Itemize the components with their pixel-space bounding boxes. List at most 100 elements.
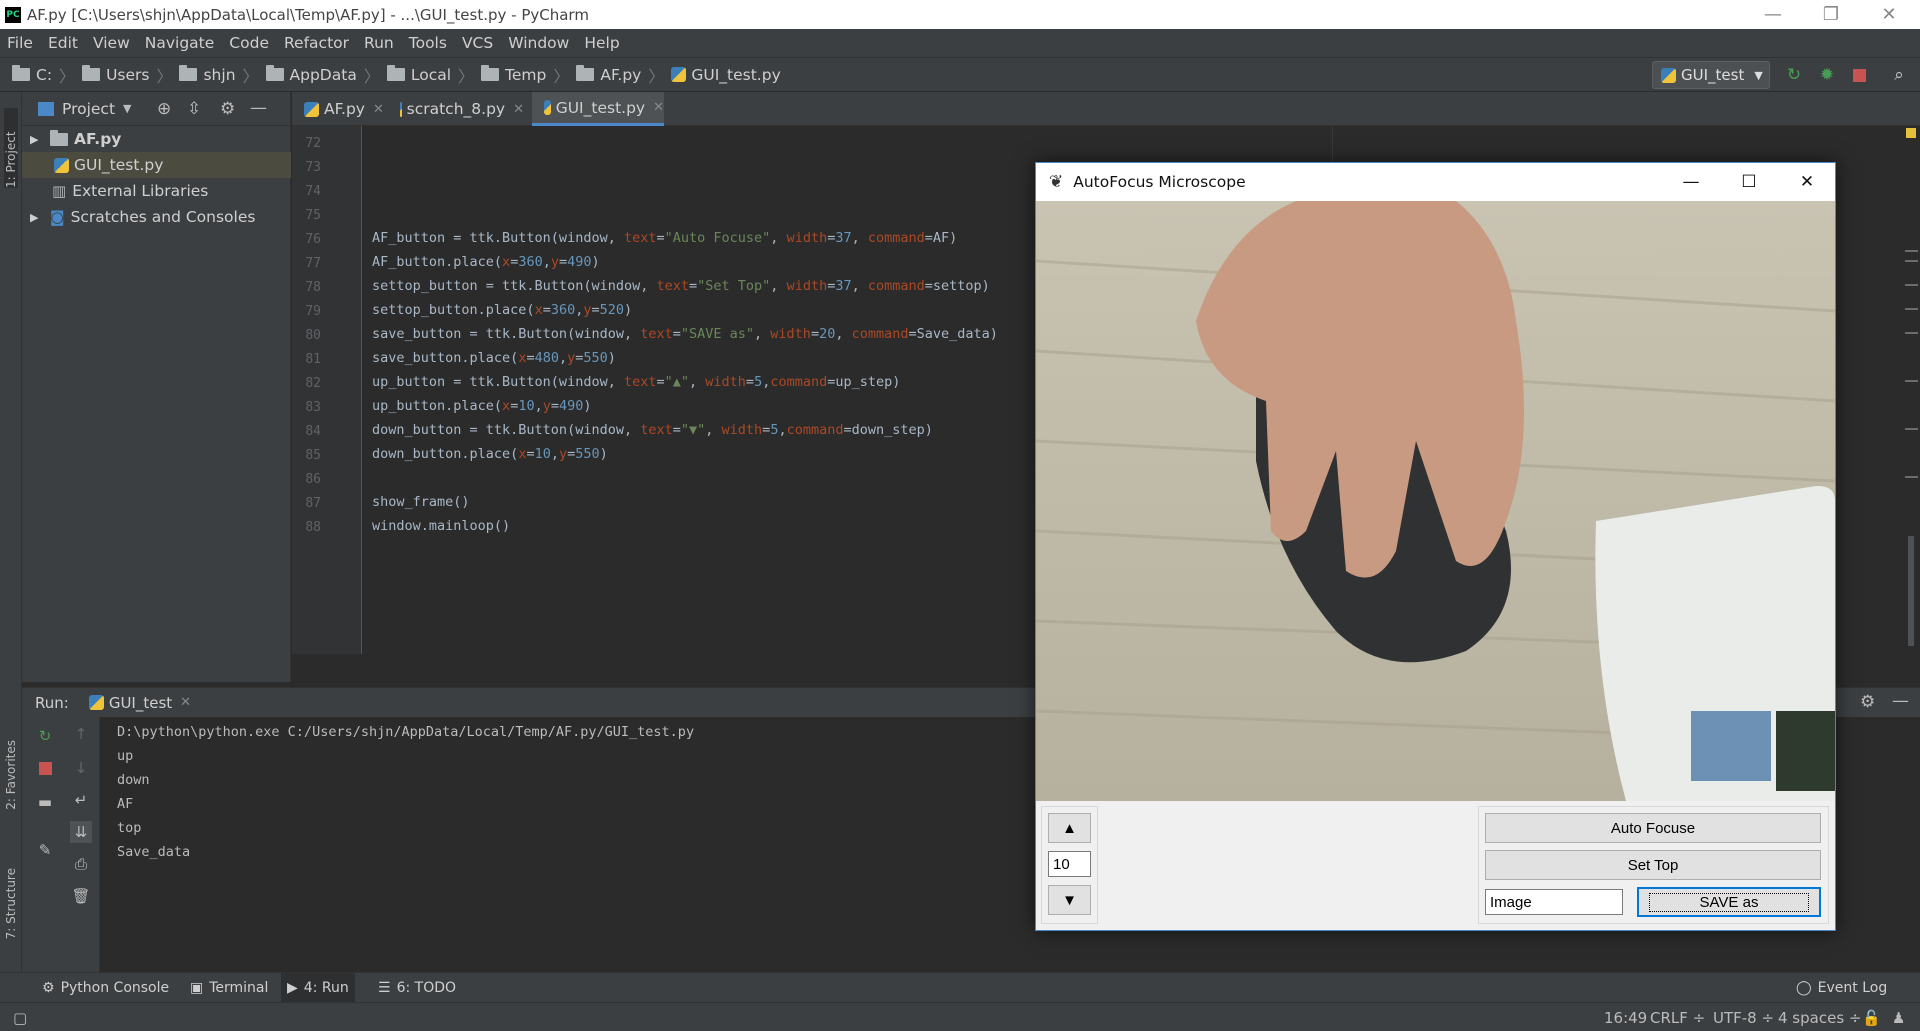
stop-icon[interactable]: [1847, 63, 1871, 87]
list-icon: ☰: [378, 980, 391, 996]
tool-windows-icon[interactable]: ▢: [13, 1003, 27, 1031]
auto-focus-button[interactable]: Auto Focuse: [1485, 813, 1821, 843]
inspection-warning-icon[interactable]: [1906, 128, 1916, 138]
chevron-down-icon[interactable]: ▼: [123, 102, 131, 115]
tree-item-external-libraries[interactable]: ▥ External Libraries: [22, 178, 291, 204]
breadcrumb-file[interactable]: GUI_test.py: [671, 66, 781, 84]
chevron-right-icon[interactable]: ▶: [30, 211, 44, 224]
todo-button[interactable]: ☰ 6: TODO: [372, 973, 462, 1003]
python-console-button[interactable]: ⚙ Python Console: [36, 973, 175, 1003]
scroll-down-icon[interactable]: ↓: [70, 757, 92, 779]
code-line[interactable]: up_button.place(x=10,y=490): [372, 398, 592, 414]
menu-window[interactable]: Window: [508, 34, 569, 52]
locate-file-icon[interactable]: ⊕: [157, 99, 171, 119]
code-line[interactable]: save_button = ttk.Button(window, text="S…: [372, 326, 998, 342]
scroll-to-end-icon[interactable]: ⇊: [70, 821, 92, 843]
file-encoding[interactable]: UTF-8 ÷: [1713, 1003, 1774, 1031]
chevron-right-icon[interactable]: ▶: [30, 133, 44, 146]
filename-input[interactable]: [1485, 889, 1623, 915]
menu-code[interactable]: Code: [229, 34, 269, 52]
minimize-icon[interactable]: —: [1744, 0, 1802, 29]
menu-refactor[interactable]: Refactor: [284, 34, 349, 52]
step-up-button[interactable]: ▲: [1048, 813, 1091, 843]
code-line[interactable]: save_button.place(x=480,y=550): [372, 350, 616, 366]
scroll-up-icon[interactable]: ↑: [70, 723, 92, 745]
menu-vcs[interactable]: VCS: [462, 34, 493, 52]
breadcrumb-shjn[interactable]: shjn: [179, 65, 236, 84]
pin-icon[interactable]: ✎: [34, 839, 56, 861]
project-tool-button[interactable]: 1: Project: [4, 108, 18, 188]
soft-wrap-icon[interactable]: ↵: [70, 789, 92, 811]
terminal-button[interactable]: ▣ Terminal: [184, 973, 274, 1003]
collapse-all-icon[interactable]: ⇳: [187, 99, 201, 119]
editor-scrollbar[interactable]: [1902, 126, 1920, 654]
print-icon[interactable]: ⎙: [70, 853, 92, 875]
code-line[interactable]: AF_button = ttk.Button(window, text="Aut…: [372, 230, 957, 246]
run-tool-button[interactable]: ▶ 4: Run: [281, 973, 355, 1003]
close-tab-icon[interactable]: ✕: [513, 102, 524, 117]
favorites-tool-button[interactable]: 2: Favorites: [4, 740, 18, 810]
code-line[interactable]: settop_button.place(x=360,y=520): [372, 302, 632, 318]
close-tab-icon[interactable]: ✕: [653, 100, 664, 115]
scrollbar-thumb[interactable]: [1908, 536, 1914, 646]
tree-item-scratches[interactable]: ▶ ◙ Scratches and Consoles: [22, 204, 291, 230]
caret-position[interactable]: 16:49: [1604, 1003, 1647, 1031]
code-line[interactable]: window.mainloop(): [372, 518, 510, 534]
close-tab-icon[interactable]: ✕: [373, 102, 384, 117]
hide-panel-icon[interactable]: —: [250, 98, 267, 118]
structure-tool-button[interactable]: 7: Structure: [4, 868, 18, 939]
memory-indicator-icon[interactable]: ♟: [1892, 1003, 1905, 1031]
save-as-button[interactable]: SAVE as: [1637, 887, 1821, 917]
maximize-icon[interactable]: ☐: [1720, 163, 1778, 201]
gear-icon[interactable]: ⚙: [1860, 692, 1875, 712]
breadcrumb-users[interactable]: Users: [82, 65, 149, 84]
minimize-icon[interactable]: —: [1662, 163, 1720, 201]
code-line[interactable]: up_button = ttk.Button(window, text="▲",…: [372, 374, 900, 390]
breadcrumb-af[interactable]: AF.py: [576, 65, 641, 84]
debug-icon[interactable]: ✹: [1815, 63, 1839, 87]
event-log-button[interactable]: ◯ Event Log: [1790, 973, 1893, 1003]
step-size-input[interactable]: [1048, 851, 1091, 877]
tab-gui-test[interactable]: GUI_test.py ✕: [532, 92, 664, 126]
project-panel-title[interactable]: Project: [62, 100, 115, 118]
set-top-button[interactable]: Set Top: [1485, 850, 1821, 880]
menu-edit[interactable]: Edit: [48, 34, 78, 52]
menu-navigate[interactable]: Navigate: [145, 34, 215, 52]
stop-icon[interactable]: [34, 757, 56, 779]
code-line[interactable]: down_button = ttk.Button(window, text="▼…: [372, 422, 933, 438]
close-icon[interactable]: ✕: [1860, 0, 1918, 29]
search-icon[interactable]: ⌕: [1887, 63, 1911, 87]
tree-item-af-folder[interactable]: ▶ AF.py: [22, 126, 291, 152]
lock-icon[interactable]: 🔓: [1862, 1003, 1881, 1031]
tab-scratch-8[interactable]: scratch_8.py ✕: [388, 92, 524, 126]
rerun-icon[interactable]: ↻: [1782, 63, 1806, 87]
rerun-icon[interactable]: ↻: [34, 725, 56, 747]
close-tab-icon[interactable]: ✕: [180, 695, 191, 710]
tab-af-py[interactable]: AF.py ✕: [292, 92, 387, 126]
run-tab-gui-test[interactable]: GUI_test ✕: [88, 694, 191, 712]
code-line[interactable]: settop_button = ttk.Button(window, text=…: [372, 278, 990, 294]
menu-help[interactable]: Help: [584, 34, 619, 52]
hide-panel-icon[interactable]: —: [1892, 691, 1909, 711]
trash-icon[interactable]: 🗑: [70, 885, 92, 907]
menu-view[interactable]: View: [93, 34, 130, 52]
layout-icon[interactable]: ▬: [34, 791, 56, 813]
close-icon[interactable]: ✕: [1778, 163, 1836, 201]
breadcrumb-drive[interactable]: C:: [12, 65, 52, 84]
indent-setting[interactable]: 4 spaces ÷: [1778, 1003, 1861, 1031]
code-line[interactable]: AF_button.place(x=360,y=490): [372, 254, 600, 270]
breadcrumb-temp[interactable]: Temp: [481, 65, 546, 84]
menu-tools[interactable]: Tools: [409, 34, 447, 52]
gear-icon[interactable]: ⚙: [220, 99, 235, 119]
tree-item-gui-test[interactable]: GUI_test.py: [22, 152, 291, 178]
breadcrumb-appdata[interactable]: AppData: [265, 65, 357, 84]
restore-icon[interactable]: ❐: [1802, 0, 1860, 29]
menu-file[interactable]: File: [7, 34, 33, 52]
menu-run[interactable]: Run: [364, 34, 394, 52]
breadcrumb-local[interactable]: Local: [386, 65, 451, 84]
line-separator[interactable]: CRLF ÷: [1650, 1003, 1705, 1031]
step-down-button[interactable]: ▼: [1048, 885, 1091, 915]
code-line[interactable]: show_frame(): [372, 494, 470, 510]
code-line[interactable]: down_button.place(x=10,y=550): [372, 446, 608, 462]
run-configuration-select[interactable]: GUI_test ▼: [1652, 61, 1770, 89]
